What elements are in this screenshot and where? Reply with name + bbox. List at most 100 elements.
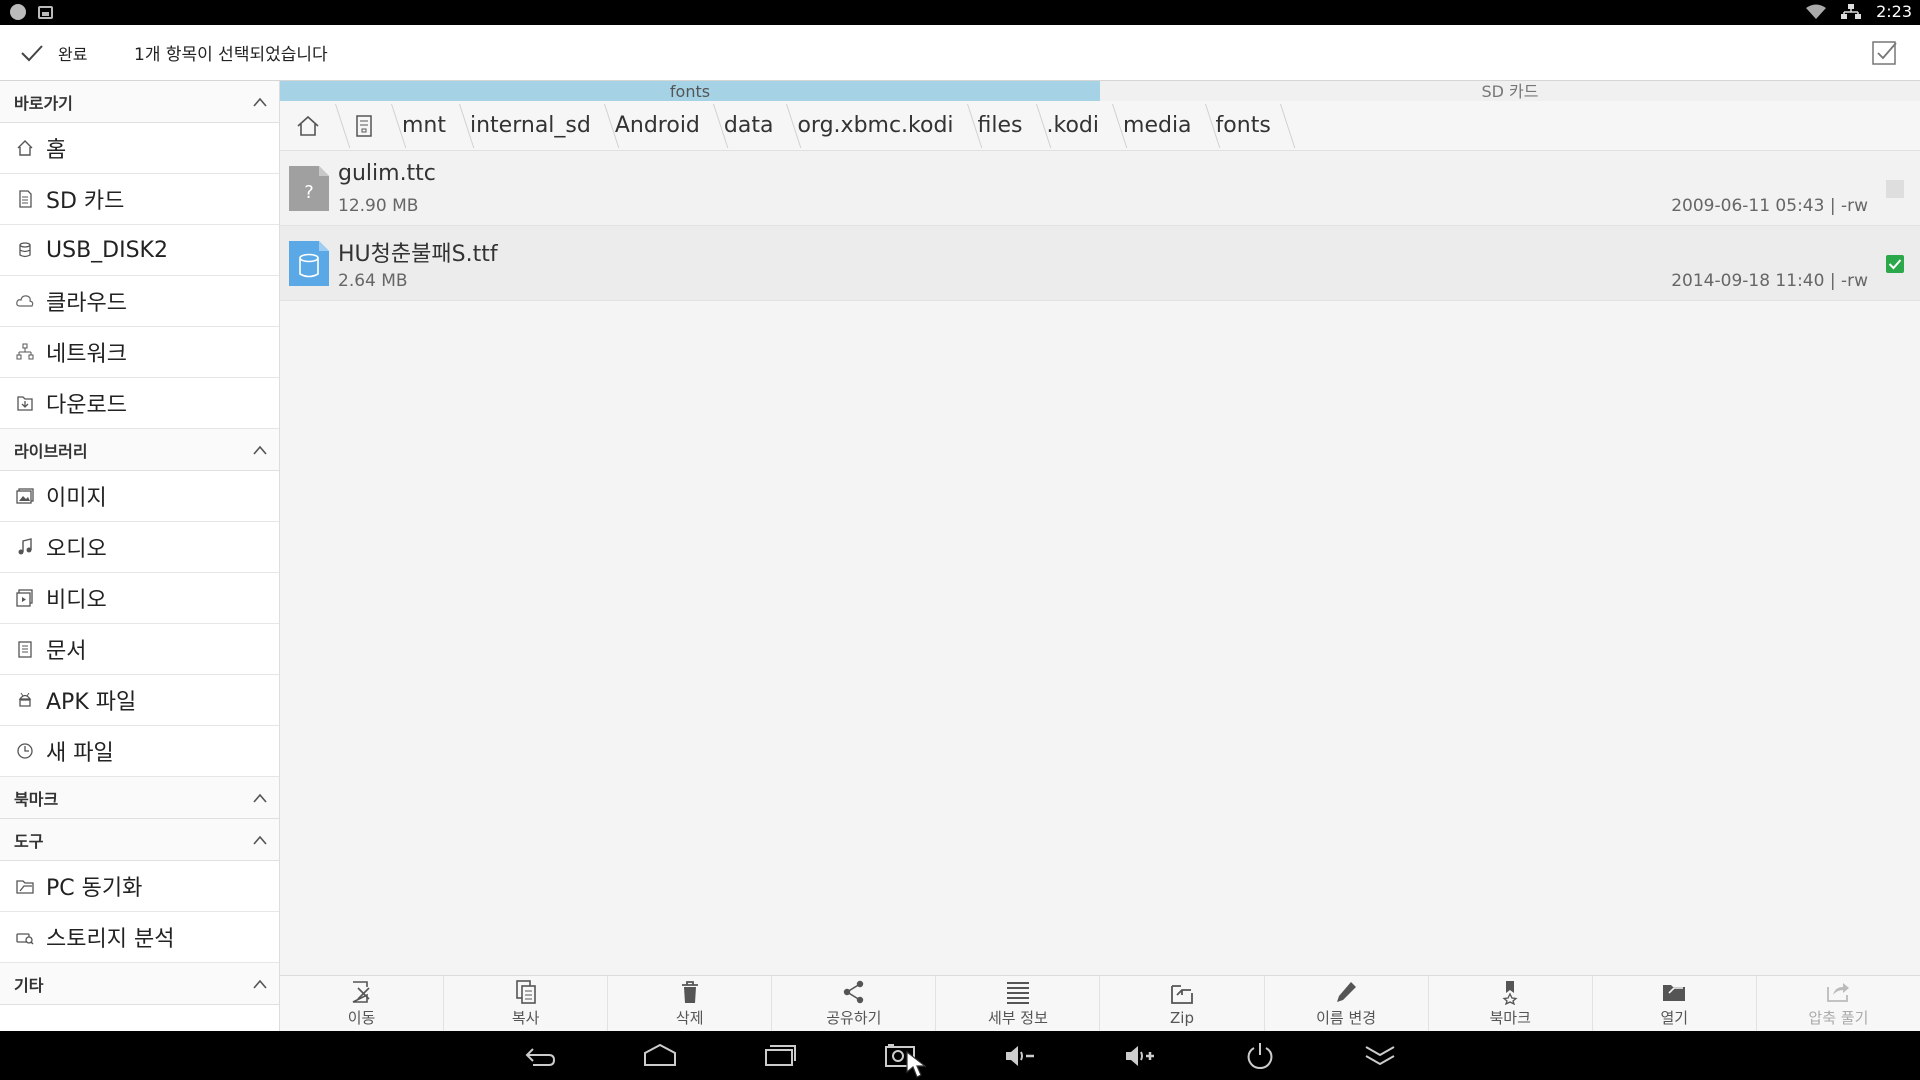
zip-button[interactable]: Zip	[1100, 976, 1265, 1031]
rename-icon	[1337, 982, 1357, 1002]
sidebar-item-storage-analysis[interactable]: 스토리지 분석	[0, 912, 279, 963]
sidebar-item-network[interactable]: 네트워크	[0, 327, 279, 378]
file-date-permissions: 2009-06-11 05:43 | -rw	[1671, 196, 1868, 216]
section-header-tools[interactable]: 도구	[0, 819, 279, 861]
section-header-shortcuts[interactable]: 바로가기	[0, 81, 279, 123]
unknown-file-icon: ?	[289, 166, 329, 211]
breadcrumb-segment[interactable]: mnt	[392, 101, 460, 150]
extract-button[interactable]: 압축 풀기	[1757, 976, 1920, 1031]
video-icon	[16, 589, 33, 607]
sidebar-item-audio[interactable]: 오디오	[0, 522, 279, 573]
section-title: 북마크	[14, 789, 59, 809]
power-icon	[1247, 1043, 1273, 1070]
breadcrumb-segment[interactable]: org.xbmc.kodi	[787, 101, 967, 150]
status-time: 2:23	[1876, 2, 1912, 21]
rename-button[interactable]: 이름 변경	[1265, 976, 1429, 1031]
sidebar-item-label: 새 파일	[46, 741, 114, 766]
copy-button[interactable]: 복사	[444, 976, 609, 1031]
tab-strip: fonts SD 카드	[280, 81, 1920, 101]
file-name: gulim.ttc	[338, 161, 436, 186]
sidebar: 바로가기 홈 SD 카드 USB_DISK2 클라우드 네트워크 다운로드 라이…	[0, 81, 280, 1031]
breadcrumb-segment[interactable]: fonts	[1206, 101, 1281, 150]
sidebar-item-label: PC 동기화	[46, 876, 143, 901]
sidebar-item-images[interactable]: 이미지	[0, 471, 279, 522]
sidebar-item-cloud[interactable]: 클라우드	[0, 276, 279, 327]
section-header-other[interactable]: 기타	[0, 963, 279, 1005]
open-button[interactable]: 열기	[1593, 976, 1757, 1031]
status-bar: 2:23	[0, 0, 1920, 25]
double-chevron-down-icon	[1365, 1046, 1395, 1066]
tab-sd-card[interactable]: SD 카드	[1100, 81, 1920, 101]
file-row[interactable]: ? gulim.ttc 12.90 MB 2009-06-11 05:43 | …	[280, 151, 1920, 226]
clock-icon	[17, 743, 33, 759]
open-icon	[1663, 985, 1686, 1001]
sidebar-item-label: 네트워크	[46, 342, 127, 367]
file-name: HU청춘불패S.ttf	[338, 242, 498, 267]
tab-fonts[interactable]: fonts	[280, 81, 1100, 101]
breadcrumb: mnt internal_sd Android data org.xbmc.ko…	[280, 101, 1920, 151]
file-checkbox[interactable]	[1886, 180, 1904, 198]
hide-navbar-button[interactable]	[1363, 1041, 1397, 1071]
sidebar-item-label: USB_DISK2	[46, 237, 168, 263]
section-header-bookmarks[interactable]: 북마크	[0, 777, 279, 819]
sidebar-item-label: 문서	[46, 639, 87, 664]
usb-drive-icon	[19, 242, 31, 258]
move-icon	[352, 981, 370, 1003]
section-title: 도구	[14, 831, 44, 851]
checkmark-icon	[21, 44, 43, 61]
volume-down-button[interactable]	[1003, 1041, 1037, 1071]
sidebar-item-label: 스토리지 분석	[46, 927, 175, 952]
breadcrumb-segment[interactable]: internal_sd	[460, 101, 605, 150]
extract-icon	[1827, 983, 1850, 1002]
sidebar-item-video[interactable]: 비디오	[0, 573, 279, 624]
back-icon	[525, 1048, 556, 1066]
bookmark-button[interactable]: 북마크	[1429, 976, 1593, 1031]
breadcrumb-storage[interactable]	[336, 101, 392, 150]
ethernet-icon	[1841, 3, 1862, 19]
image-icon	[16, 488, 34, 504]
network-icon	[16, 343, 34, 360]
breadcrumb-segment[interactable]: data	[714, 101, 788, 150]
sidebar-item-label: 오디오	[46, 537, 107, 562]
selection-count-text: 1개 항목이 선택되었습니다	[134, 45, 328, 65]
move-button[interactable]: 이동	[280, 976, 445, 1031]
sd-card-icon	[19, 190, 32, 208]
file-row[interactable]: HU청춘불패S.ttf 2.64 MB 2014-09-18 11:40 | -…	[280, 226, 1920, 301]
file-checkbox-checked[interactable]	[1886, 255, 1904, 273]
delete-button[interactable]: 삭제	[608, 976, 773, 1031]
recent-apps-button[interactable]	[763, 1041, 797, 1071]
breadcrumb-home[interactable]	[280, 101, 336, 150]
back-button[interactable]	[523, 1041, 557, 1071]
sidebar-item-home[interactable]: 홈	[0, 123, 279, 174]
file-size: 12.90 MB	[338, 196, 419, 216]
section-header-library[interactable]: 라이브러리	[0, 429, 279, 471]
breadcrumb-segment[interactable]: media	[1113, 101, 1206, 150]
sidebar-item-download[interactable]: 다운로드	[0, 378, 279, 429]
home-nav-button[interactable]	[643, 1041, 677, 1071]
sidebar-item-apk[interactable]: APK 파일	[0, 675, 279, 726]
volume-down-icon	[1006, 1046, 1034, 1066]
details-button[interactable]: 세부 정보	[936, 976, 1101, 1031]
file-action-toolbar: 이동 복사 삭제 공유하기 세부 정보 Zip 이름 변경 북마크 열기 압축 …	[280, 975, 1920, 1031]
volume-up-button[interactable]	[1123, 1041, 1157, 1071]
sidebar-item-label: 다운로드	[46, 393, 127, 418]
breadcrumb-segment[interactable]: Android	[605, 101, 714, 150]
sidebar-item-usb[interactable]: USB_DISK2	[0, 225, 279, 276]
sidebar-item-sd-card[interactable]: SD 카드	[0, 174, 279, 225]
cloud-icon	[16, 295, 34, 307]
done-label: 완료	[58, 44, 88, 64]
share-button[interactable]: 공유하기	[772, 976, 937, 1031]
breadcrumb-segment[interactable]: .kodi	[1037, 101, 1114, 150]
section-title: 바로가기	[14, 93, 73, 113]
chevron-up-icon	[253, 979, 267, 989]
breadcrumb-segment[interactable]: files	[968, 101, 1037, 150]
done-button[interactable]: 완료	[0, 25, 120, 80]
select-all-icon[interactable]	[1870, 39, 1898, 67]
download-icon	[17, 396, 33, 411]
sidebar-item-pc-sync[interactable]: PC 동기화	[0, 861, 279, 912]
power-button[interactable]	[1243, 1041, 1277, 1071]
zip-icon	[1171, 984, 1193, 1004]
sidebar-item-documents[interactable]: 문서	[0, 624, 279, 675]
image-notification-icon	[38, 5, 53, 19]
sidebar-item-new-files[interactable]: 새 파일	[0, 726, 279, 777]
